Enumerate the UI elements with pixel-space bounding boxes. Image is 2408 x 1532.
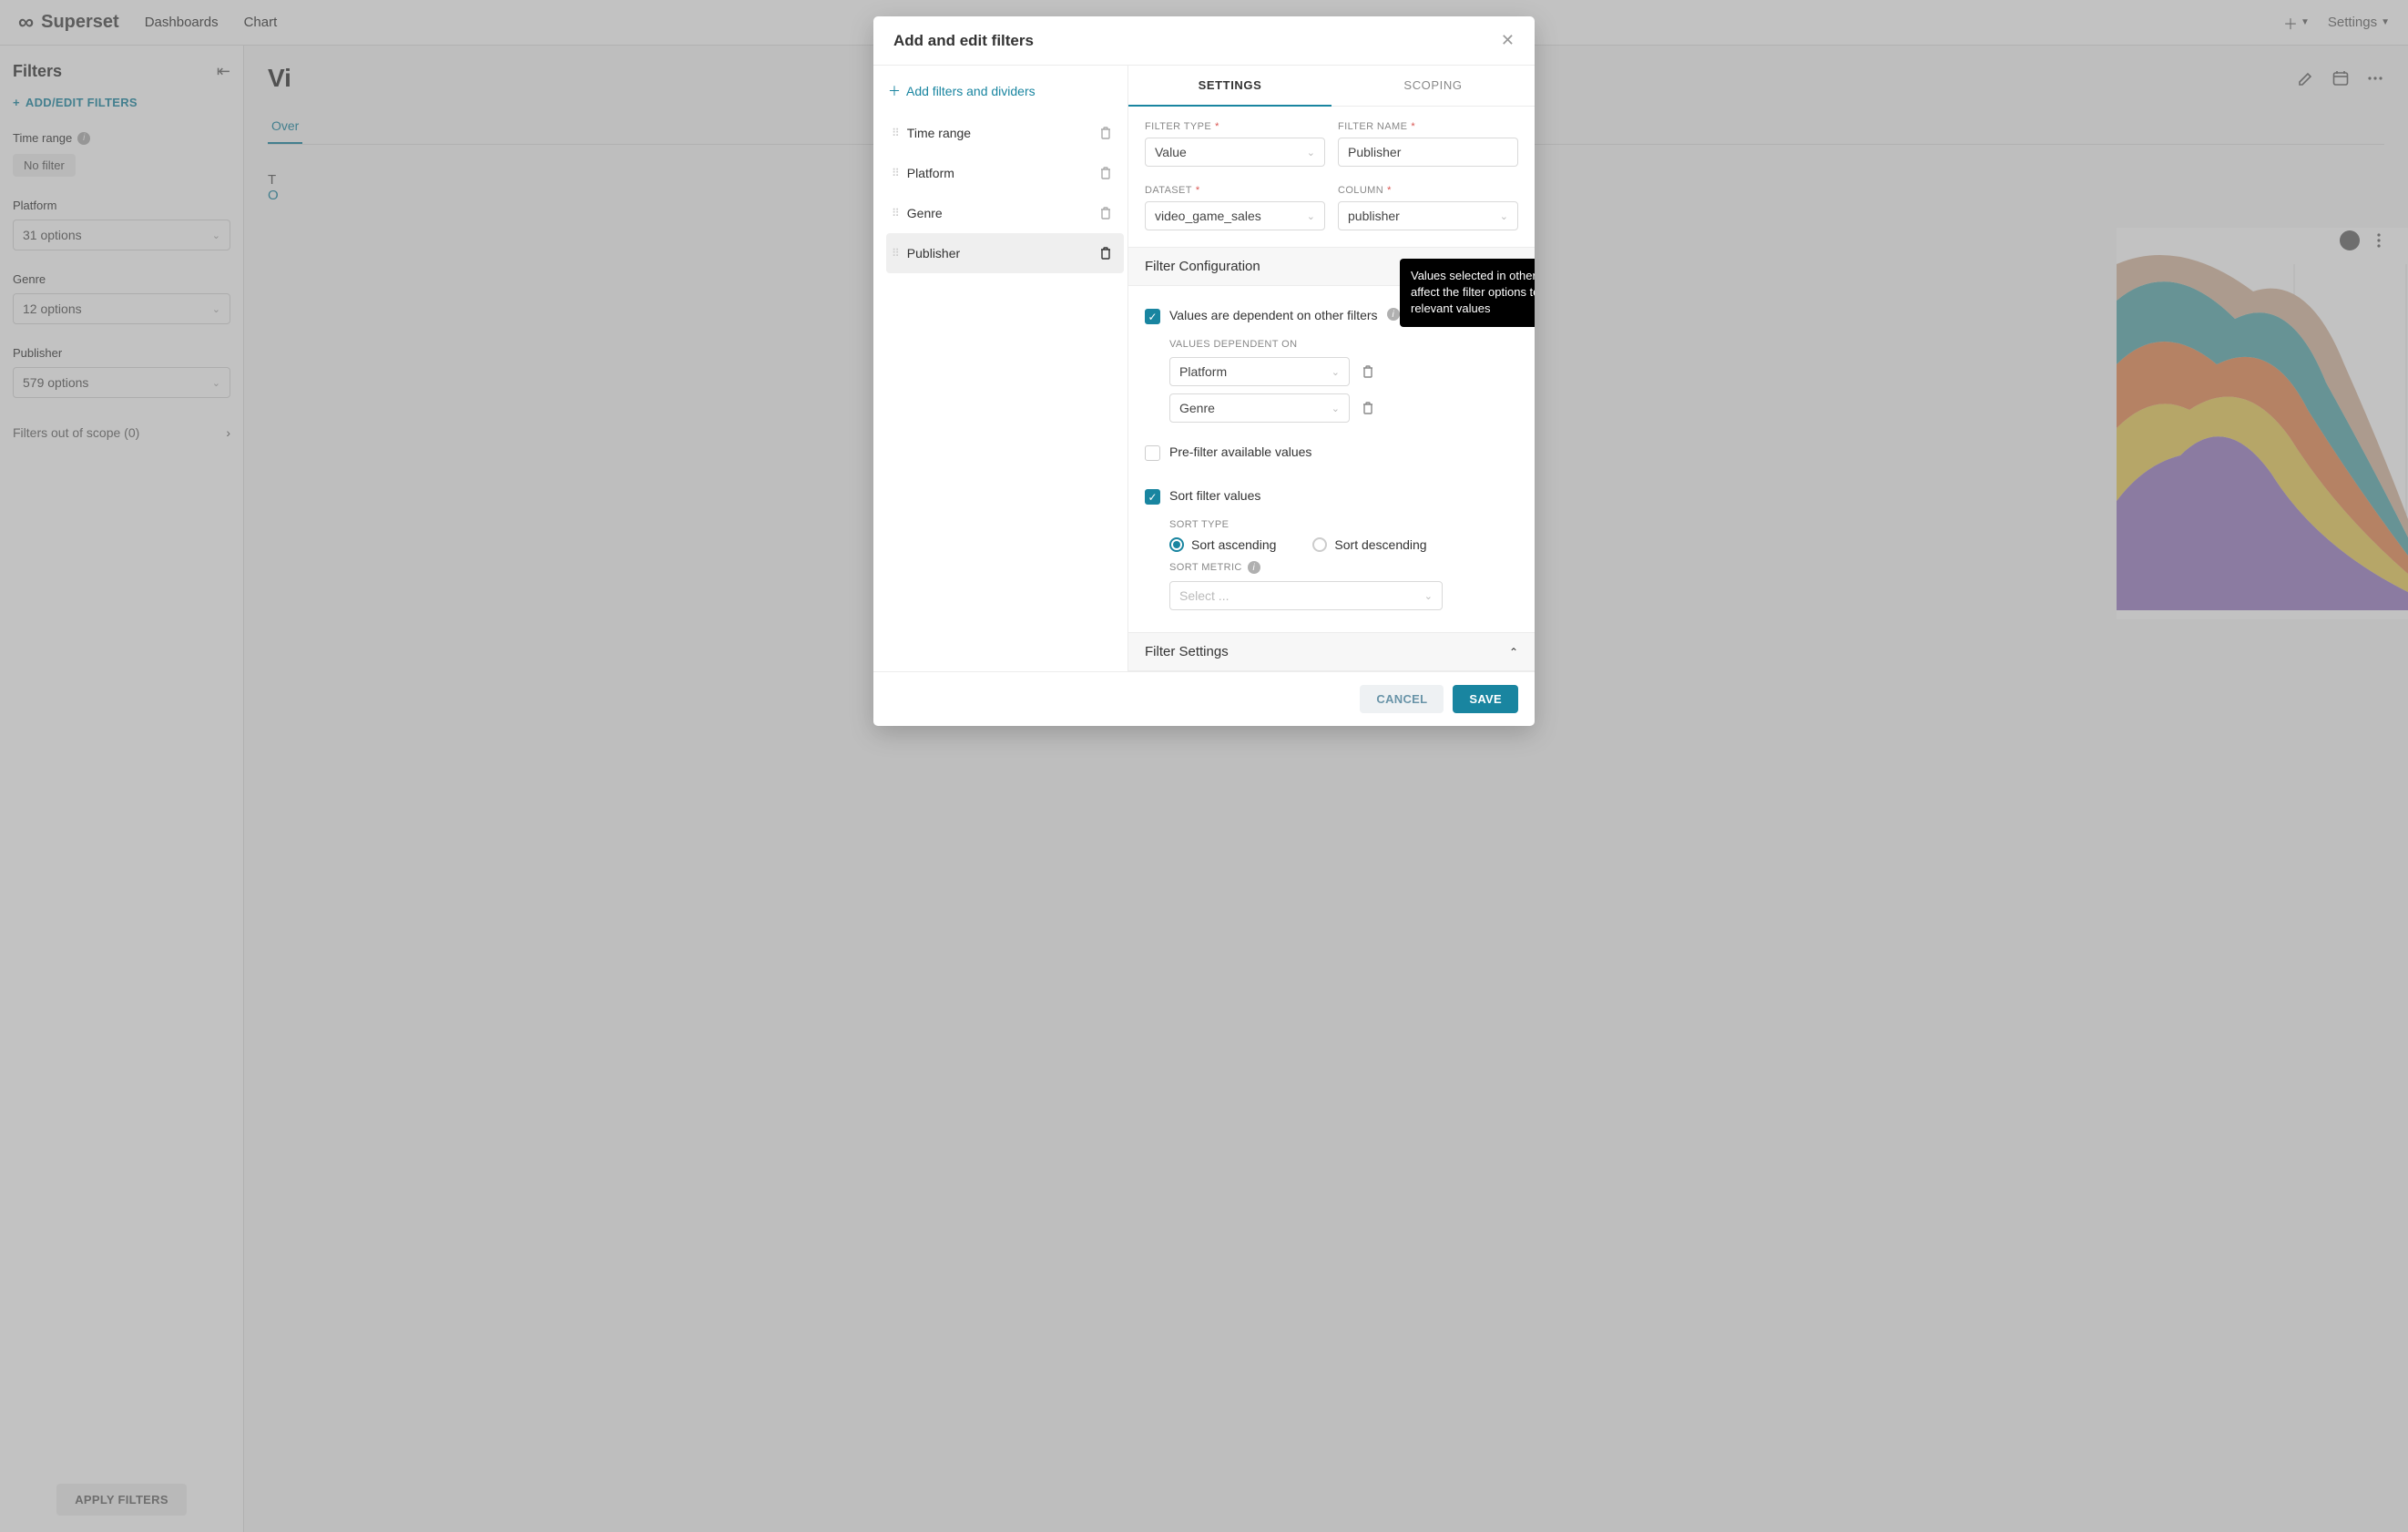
trash-icon[interactable] <box>1361 364 1375 379</box>
info-icon[interactable]: i <box>1248 561 1260 574</box>
section-label: Filter Configuration <box>1145 259 1260 274</box>
caret-down-icon: ⌄ <box>1500 210 1508 222</box>
values-dependent-label: Values are dependent on other filters <box>1169 308 1378 322</box>
values-dependent-checkbox[interactable]: ✓ <box>1145 309 1160 324</box>
cancel-button[interactable]: CANCEL <box>1360 685 1444 713</box>
tab-settings[interactable]: SETTINGS <box>1128 66 1332 107</box>
drag-handle-icon[interactable]: ⠿ <box>892 207 898 220</box>
prefilter-label: Pre-filter available values <box>1169 444 1311 459</box>
sort-desc-radio[interactable]: Sort descending <box>1312 537 1426 552</box>
filter-item-platform[interactable]: ⠿ Platform <box>886 153 1124 193</box>
filter-item-label: Genre <box>907 206 943 220</box>
filter-name-field[interactable] <box>1348 145 1508 159</box>
column-label: COLUMN <box>1338 185 1383 196</box>
sort-metric-select[interactable]: Select ... ⌄ <box>1169 581 1443 610</box>
filter-type-select[interactable]: Value ⌄ <box>1145 138 1325 167</box>
filter-name-label: FILTER NAME <box>1338 121 1407 132</box>
sort-values-checkbox[interactable]: ✓ <box>1145 489 1160 505</box>
filter-modal: Add and edit filters ✕ ＋ Add filters and… <box>873 16 1535 726</box>
dependent-value: Platform <box>1179 364 1227 379</box>
prefilter-checkbox[interactable] <box>1145 445 1160 461</box>
dataset-select[interactable]: video_game_sales ⌄ <box>1145 201 1325 230</box>
dataset-label: DATASET <box>1145 185 1192 196</box>
dependent-select-genre[interactable]: Genre ⌄ <box>1169 393 1350 423</box>
filter-settings-header[interactable]: Filter Settings ⌃ <box>1128 632 1535 671</box>
values-dependent-on-label: VALUES DEPENDENT ON <box>1169 339 1518 350</box>
modal-title: Add and edit filters <box>893 32 1034 50</box>
dependent-select-platform[interactable]: Platform ⌄ <box>1169 357 1350 386</box>
drag-handle-icon[interactable]: ⠿ <box>892 167 898 179</box>
sort-metric-placeholder: Select ... <box>1179 588 1229 603</box>
filter-item-label: Publisher <box>907 246 960 260</box>
caret-down-icon: ⌄ <box>1307 147 1315 158</box>
filter-name-input[interactable] <box>1338 138 1518 167</box>
caret-down-icon: ⌄ <box>1332 366 1340 378</box>
sort-values-label: Sort filter values <box>1169 488 1260 503</box>
add-filters-dividers[interactable]: ＋ Add filters and dividers <box>886 78 1124 113</box>
filter-item-label: Time range <box>907 126 971 140</box>
drag-handle-icon[interactable]: ⠿ <box>892 127 898 139</box>
sort-asc-radio[interactable]: Sort ascending <box>1169 537 1276 552</box>
filter-item-label: Platform <box>907 166 954 180</box>
dataset-value: video_game_sales <box>1155 209 1261 223</box>
sort-type-label: SORT TYPE <box>1169 519 1518 530</box>
sort-metric-label: SORT METRIC <box>1169 562 1242 573</box>
filter-type-label: FILTER TYPE <box>1145 121 1211 132</box>
drag-handle-icon[interactable]: ⠿ <box>892 247 898 260</box>
info-tooltip: Values selected in other filters will af… <box>1400 259 1535 327</box>
trash-icon[interactable] <box>1361 401 1375 415</box>
add-link-label: Add filters and dividers <box>906 84 1036 98</box>
filter-item-time-range[interactable]: ⠿ Time range <box>886 113 1124 153</box>
caret-down-icon: ⌄ <box>1307 210 1315 222</box>
column-value: publisher <box>1348 209 1400 223</box>
plus-icon: ＋ <box>888 82 901 100</box>
close-icon[interactable]: ✕ <box>1501 31 1515 50</box>
radio-icon <box>1312 537 1327 552</box>
save-button[interactable]: SAVE <box>1453 685 1518 713</box>
radio-icon <box>1169 537 1184 552</box>
info-icon[interactable]: i <box>1387 308 1400 321</box>
filter-item-genre[interactable]: ⠿ Genre <box>886 193 1124 233</box>
trash-icon[interactable] <box>1098 126 1113 140</box>
column-select[interactable]: publisher ⌄ <box>1338 201 1518 230</box>
caret-down-icon: ⌄ <box>1332 403 1340 414</box>
chevron-up-icon: ⌃ <box>1509 646 1518 659</box>
sort-asc-label: Sort ascending <box>1191 537 1276 552</box>
trash-icon[interactable] <box>1098 166 1113 180</box>
section-label: Filter Settings <box>1145 644 1229 659</box>
caret-down-icon: ⌄ <box>1424 590 1433 602</box>
filter-item-publisher[interactable]: ⠿ Publisher <box>886 233 1124 273</box>
tab-scoping[interactable]: SCOPING <box>1332 66 1535 107</box>
filter-type-value: Value <box>1155 145 1187 159</box>
dependent-value: Genre <box>1179 401 1215 415</box>
trash-icon[interactable] <box>1098 246 1113 260</box>
sort-desc-label: Sort descending <box>1334 537 1426 552</box>
trash-icon[interactable] <box>1098 206 1113 220</box>
